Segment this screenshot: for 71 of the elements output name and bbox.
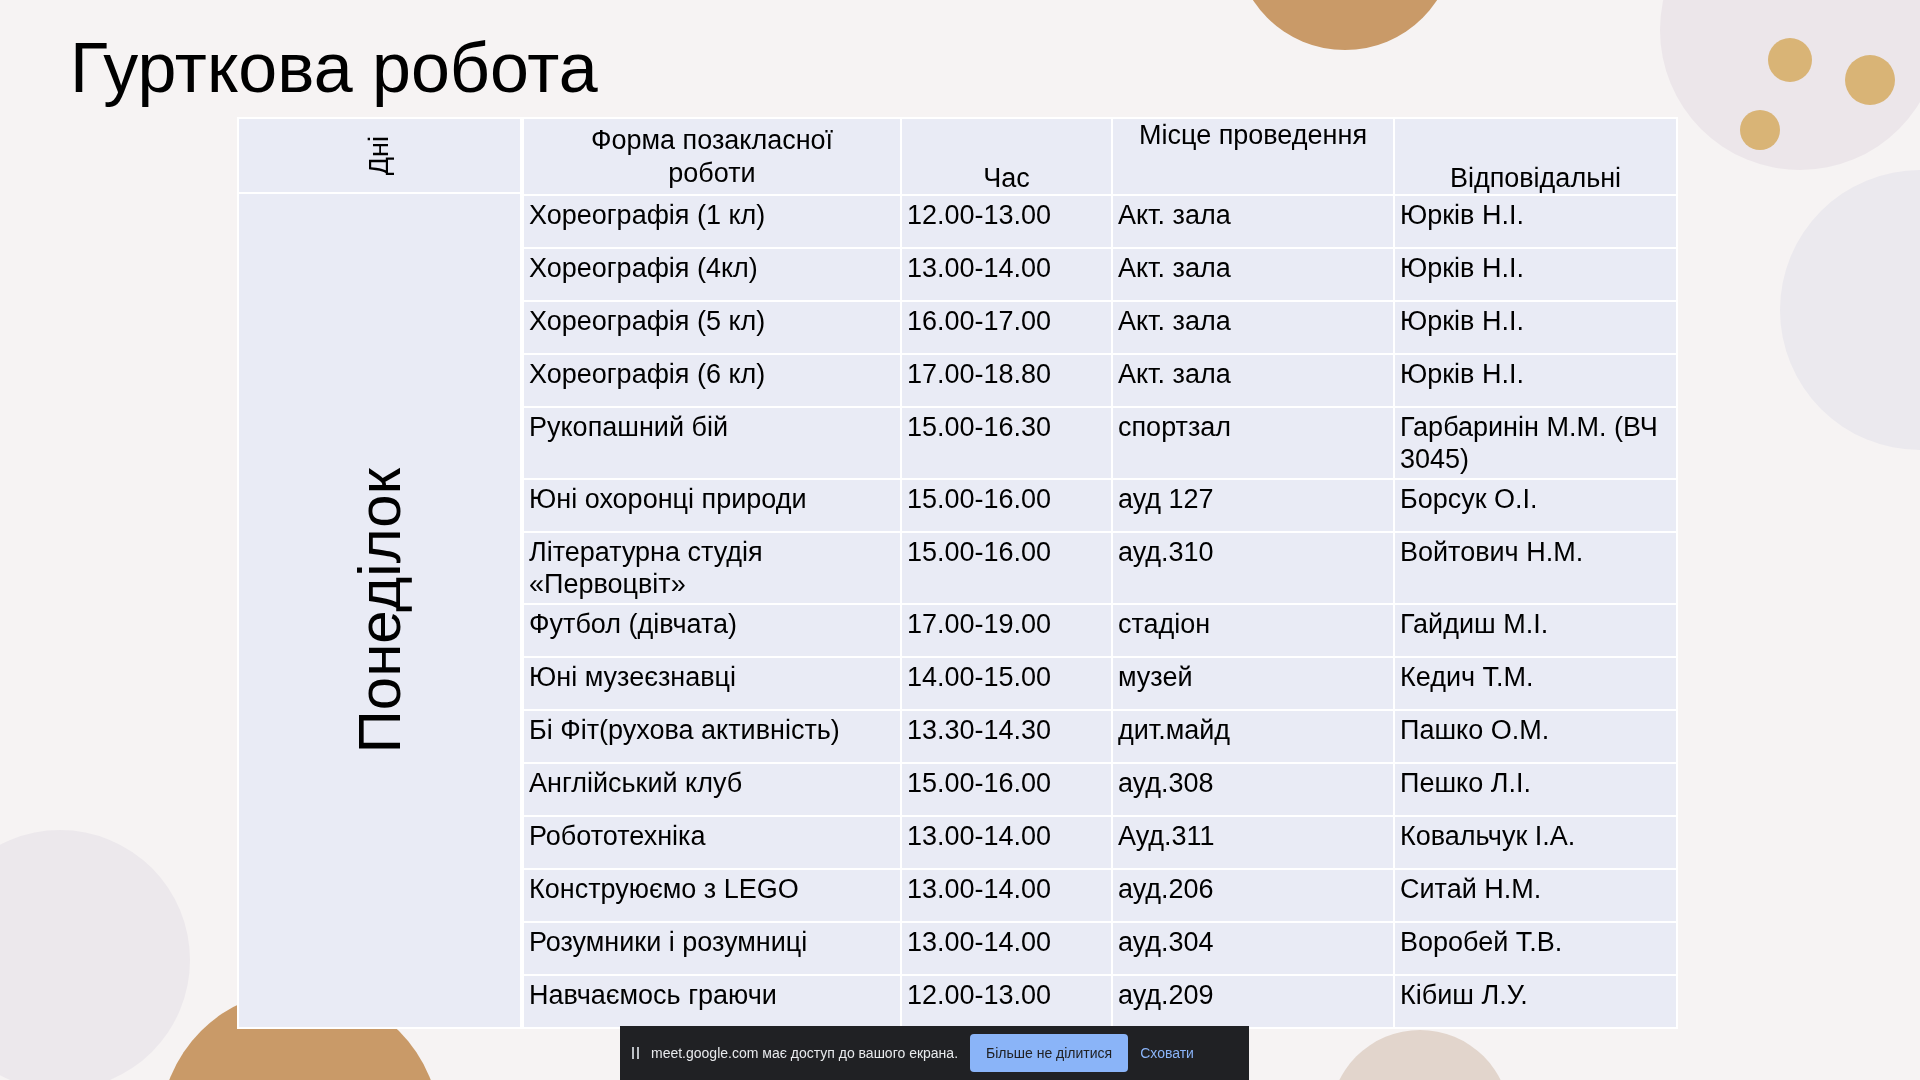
table-cell: Пешко Л.І. xyxy=(1400,767,1531,798)
table-cell: Хореографія (4кл) xyxy=(529,253,758,283)
table-cell: дит.майд xyxy=(1118,714,1231,745)
table-cell: 17.00-18.80 xyxy=(907,359,1052,389)
table-cell: Юрків Н.І. xyxy=(1400,359,1524,389)
table-cell: ауд.209 xyxy=(1118,979,1214,1010)
table-cell: 13.30-14.30 xyxy=(907,714,1052,745)
table-cell: Англійський клуб xyxy=(529,767,743,798)
table-cell: Войтович Н.М. xyxy=(1400,536,1584,567)
table-cell: Кедич Т.М. xyxy=(1400,661,1534,692)
table-cell: Пашко О.М. xyxy=(1400,714,1550,745)
table-cell: стадіон xyxy=(1118,608,1211,639)
table-cell: Воробей Т.В. xyxy=(1400,926,1563,957)
table-cell: Юрків Н.І. xyxy=(1400,306,1524,336)
table-cell: ауд.304 xyxy=(1118,926,1214,957)
table-cell: спортзал xyxy=(1118,412,1232,442)
table-cell: ауд.308 xyxy=(1118,767,1214,798)
table-cell: 16.00-17.00 xyxy=(907,306,1052,336)
table-cell: ауд 127 xyxy=(1118,483,1214,514)
table-cell: Гайдиш М.І. xyxy=(1400,608,1549,639)
table-cell: Кібиш Л.У. xyxy=(1400,979,1528,1010)
table-cell: Гарбаринін М.М. (ВЧ 3045) xyxy=(1400,412,1658,475)
table-cell: 15.00-16.30 xyxy=(907,412,1052,442)
table-cell: Хореографія (6 кл) xyxy=(529,359,766,389)
table-cell: Юні музеєзнавці xyxy=(529,661,737,692)
table-cell: Юрків Н.І. xyxy=(1400,200,1524,230)
table-cell: Бі Фіт(рухова активність) xyxy=(529,714,840,745)
table-cell: Борсук О.І. xyxy=(1400,483,1538,514)
table-cell: Розумники і розумниці xyxy=(529,926,808,957)
table-cell: 15.00-16.00 xyxy=(907,767,1052,798)
hide-link[interactable]: Сховати xyxy=(1140,1042,1194,1064)
table-cell: Конструюємо з LEGO xyxy=(529,873,799,904)
table-cell: 13.00-14.00 xyxy=(907,820,1052,851)
table-cell: 13.00-14.00 xyxy=(907,926,1052,957)
day-label: Понеділок xyxy=(349,467,410,753)
table-cell: Хореографія (5 кл) xyxy=(529,306,766,336)
table-cell: музей xyxy=(1118,661,1193,692)
table-cell: Літературна студія «Первоцвіт» xyxy=(529,536,763,600)
column-header: Місце проведення xyxy=(1139,119,1367,152)
column-header: Час xyxy=(983,161,1030,194)
table-cell: Юні охоронці природи xyxy=(529,483,807,514)
table-cell: ауд.206 xyxy=(1118,873,1214,904)
table-cell: Ситай Н.М. xyxy=(1400,873,1542,904)
table-cell: 15.00-16.00 xyxy=(907,536,1052,567)
table-cell: 12.00-13.00 xyxy=(907,200,1052,230)
column-header: Відповідальні xyxy=(1449,161,1622,194)
table-cell: Акт. зала xyxy=(1118,359,1231,389)
table-cell: Футбол (дівчата) xyxy=(529,608,737,639)
table-cell: 13.00-14.00 xyxy=(907,873,1052,904)
column-header: Дні xyxy=(363,135,396,176)
table-cell: ауд.310 xyxy=(1118,536,1214,567)
table-cell: Юрків Н.І. xyxy=(1400,253,1524,283)
pause-icon[interactable] xyxy=(632,1047,639,1059)
table-cell: Рукопашний бій xyxy=(529,412,729,442)
table-cell: 12.00-13.00 xyxy=(907,979,1052,1010)
table-cell: 14.00-15.00 xyxy=(907,661,1052,692)
table-cell: Ковальчук І.А. xyxy=(1400,820,1576,851)
table-cell: 15.00-16.00 xyxy=(907,483,1052,514)
share-message: meet.google.com має доступ до вашого екрана. xyxy=(651,1043,958,1063)
table-cell: Акт. зала xyxy=(1118,253,1231,283)
table-cell: Хореографія (1 кл) xyxy=(529,200,766,230)
table-cell: 17.00-19.00 xyxy=(907,608,1052,639)
column-header: Форма позакласної роботи xyxy=(589,124,835,189)
table-cell: 13.00-14.00 xyxy=(907,253,1052,283)
table-cell: Навчаємось граючи xyxy=(529,979,777,1010)
table-cell: Акт. зала xyxy=(1118,306,1231,336)
table-cell: Ауд.311 xyxy=(1118,820,1215,851)
slide-title: Гурткова робота xyxy=(70,30,598,107)
stop-sharing-button[interactable]: Більше не ділитися xyxy=(970,1034,1129,1072)
table-cell: Акт. зала xyxy=(1118,200,1231,230)
table-cell: Робототехніка xyxy=(529,820,706,851)
